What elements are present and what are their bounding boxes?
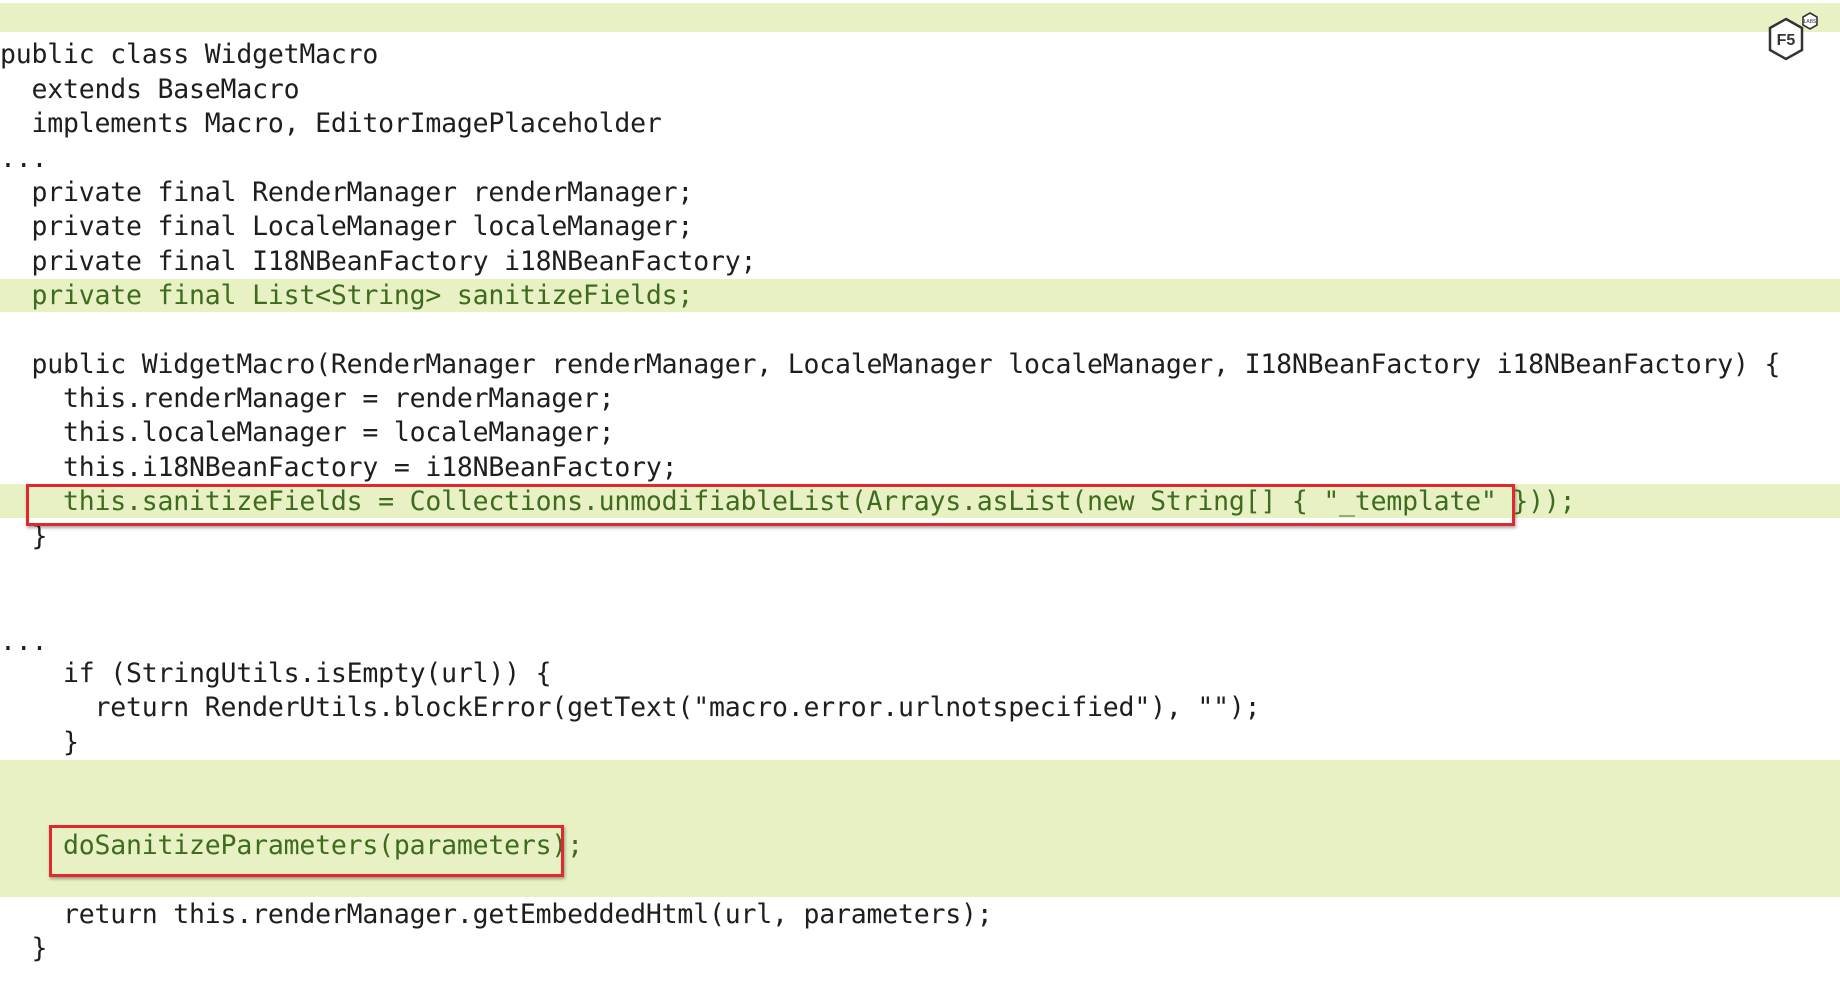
callout-box: [49, 825, 564, 877]
code-line: ...: [0, 143, 48, 174]
code-line: return this.renderManager.getEmbeddedHtm…: [0, 899, 993, 930]
code-line: public class WidgetMacro: [0, 39, 379, 70]
code-line: implements Macro, EditorImagePlaceholder: [0, 108, 662, 139]
code-slide: public class WidgetMacro extends BaseMac…: [0, 0, 1840, 1002]
code-line: private final RenderManager renderManage…: [0, 177, 694, 208]
code-line: return RenderUtils.blockError(getText("m…: [0, 692, 1261, 723]
f5-labs-logo: F5 LABS: [1764, 10, 1828, 70]
code-line: if (StringUtils.isEmpty(url)) {: [0, 658, 552, 689]
callout-box: [26, 484, 1515, 526]
code-line: ...: [0, 626, 48, 657]
logo-text: F5: [1777, 32, 1796, 49]
code-line: extends BaseMacro: [0, 74, 300, 105]
code-line: private final I18NBeanFactory i18NBeanFa…: [0, 246, 757, 277]
diff-highlight-band: [0, 3, 1840, 32]
code-line: }: [0, 727, 79, 758]
code-line: this.renderManager = renderManager;: [0, 383, 615, 414]
logo-badge-text: LABS: [1804, 19, 1817, 25]
code-line: this.i18NBeanFactory = i18NBeanFactory;: [0, 452, 678, 483]
code-line: public WidgetMacro(RenderManager renderM…: [0, 349, 1781, 380]
code-line: }: [0, 933, 48, 964]
f5-labs-logo-icon: F5 LABS: [1768, 12, 1818, 61]
code-line-added: private final List<String> sanitizeField…: [0, 280, 694, 311]
code-line: private final LocaleManager localeManage…: [0, 211, 694, 242]
code-line: this.localeManager = localeManager;: [0, 417, 615, 448]
